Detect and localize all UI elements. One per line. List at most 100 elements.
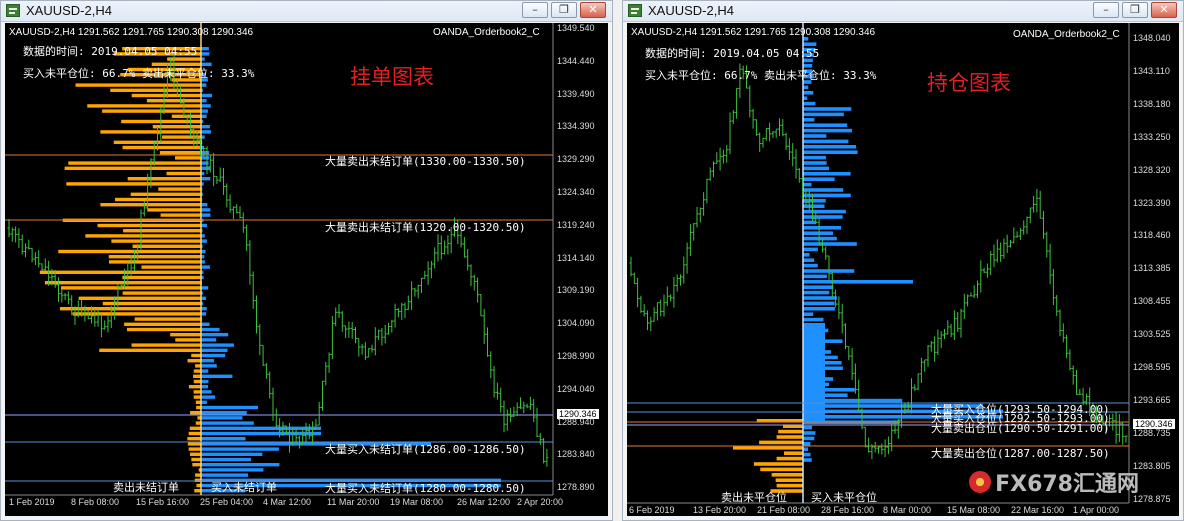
time-tick-label: 25 Feb 04:00 bbox=[200, 497, 254, 507]
buy-position-bar bbox=[803, 301, 835, 306]
buy-position-bar bbox=[803, 161, 827, 165]
price-tick-label: 1298.990 bbox=[557, 351, 595, 361]
buy-order-bar bbox=[201, 390, 212, 394]
sell-order-bar bbox=[166, 171, 201, 176]
buy-order-bar bbox=[201, 457, 251, 462]
close-button[interactable]: ✕ bbox=[580, 2, 606, 18]
price-tick-label: 1313.385 bbox=[1133, 263, 1171, 274]
buy-position-bar bbox=[803, 91, 814, 95]
buy-positions-label: 买入未平仓位 bbox=[811, 491, 877, 504]
buy-order-bar bbox=[201, 208, 211, 212]
buy-position-bar bbox=[803, 247, 818, 252]
minimize-button[interactable]: – bbox=[522, 2, 548, 18]
sell-order-bar bbox=[193, 374, 201, 378]
sell-order-bar bbox=[195, 473, 201, 477]
minimize-button[interactable]: – bbox=[1093, 2, 1119, 18]
price-tick-label: 1288.735 bbox=[1133, 427, 1171, 438]
sell-position-bar bbox=[760, 467, 803, 472]
sell-order-bar bbox=[114, 197, 201, 202]
buy-position-bar bbox=[803, 280, 913, 284]
annotation-3: 大量买入未结订单(1286.00-1286.50) bbox=[325, 443, 526, 456]
window-titlebar[interactable]: XAUUSD-2,H4 – ❐ ✕ bbox=[623, 1, 1183, 22]
sell-order-bar bbox=[39, 270, 201, 274]
price-chart[interactable]: XAUUSD-2,H4 1291.562 1291.765 1290.308 1… bbox=[5, 23, 608, 516]
close-button[interactable]: ✕ bbox=[1151, 2, 1177, 18]
sell-order-bar bbox=[110, 88, 201, 92]
buy-position-bar bbox=[803, 172, 851, 176]
price-tick-label: 1334.390 bbox=[557, 121, 595, 132]
price-tick-label: 1283.805 bbox=[1133, 460, 1171, 471]
chart-window-icon bbox=[6, 4, 20, 17]
window-titlebar[interactable]: XAUUSD-2,H4 – ❐ ✕ bbox=[1, 1, 612, 22]
sell-position-bar bbox=[776, 435, 803, 439]
restore-button[interactable]: ❐ bbox=[1122, 2, 1148, 18]
sell-position-bar bbox=[753, 462, 803, 466]
sell-order-bar bbox=[58, 249, 202, 254]
fx678-watermark: FX678汇通网 bbox=[969, 466, 1139, 498]
sell-order-bar bbox=[131, 343, 201, 347]
restore-button[interactable]: ❐ bbox=[551, 2, 577, 18]
sell-order-bar bbox=[187, 442, 201, 446]
sell-order-bar bbox=[195, 364, 201, 368]
sell-order-bar bbox=[194, 489, 201, 493]
sell-order-bar bbox=[188, 431, 201, 436]
time-tick-label: 21 Feb 08:00 bbox=[757, 505, 811, 515]
buy-order-bar bbox=[201, 463, 280, 467]
sell-order-bar bbox=[193, 369, 201, 373]
buy-order-bar bbox=[201, 379, 209, 384]
buy-order-bar bbox=[201, 151, 210, 155]
buy-order-bar bbox=[201, 338, 217, 342]
buy-order-bar bbox=[201, 265, 210, 269]
price-chart[interactable]: XAUUSD-2,H4 1291.562 1291.765 1290.308 1… bbox=[627, 23, 1179, 516]
buy-order-bar bbox=[201, 114, 207, 118]
sell-order-bar bbox=[188, 385, 201, 389]
time-tick-label: 15 Mar 08:00 bbox=[947, 505, 1001, 515]
chart-window-orders[interactable]: XAUUSD-2,H4 – ❐ ✕ XAUUSD-2,H4 1291.562 1… bbox=[0, 0, 613, 521]
buy-order-bar bbox=[201, 400, 207, 404]
price-tick-label: 1324.340 bbox=[557, 187, 595, 197]
sell-order-bar bbox=[126, 327, 201, 332]
sell-order-bar bbox=[85, 234, 201, 238]
buy-order-bar bbox=[201, 213, 211, 217]
time-tick-label: 1 Apr 00:00 bbox=[1073, 505, 1120, 515]
time-tick-label: 4 Mar 12:00 bbox=[263, 497, 312, 507]
price-tick-label: 1329.290 bbox=[557, 154, 595, 165]
time-tick-label: 2 Apr 20:00 bbox=[517, 497, 564, 507]
buy-order-bar bbox=[201, 47, 209, 51]
time-tick-label: 19 Mar 08:00 bbox=[390, 497, 444, 507]
buy-position-bar bbox=[803, 215, 843, 219]
price-tick-label: 1288.940 bbox=[557, 416, 595, 427]
sell-order-bar bbox=[191, 457, 201, 462]
buy-position-bar bbox=[803, 150, 858, 154]
buy-order-bar bbox=[201, 312, 207, 316]
buy-order-bar bbox=[201, 203, 208, 207]
buy-order-bar bbox=[201, 395, 216, 399]
buy-orders-label: 买入未结订单 bbox=[211, 481, 277, 494]
time-tick-label: 1 Feb 2019 bbox=[9, 497, 55, 507]
buy-position-bar bbox=[803, 452, 811, 457]
buy-order-bar bbox=[201, 99, 207, 103]
sell-order-bar bbox=[146, 99, 201, 103]
buy-position-bar bbox=[803, 182, 812, 187]
buy-order-bar bbox=[201, 447, 279, 451]
buy-position-bar bbox=[803, 128, 853, 133]
symbol-quote-line: XAUUSD-2,H4 1291.562 1291.765 1290.308 1… bbox=[9, 27, 254, 38]
buy-order-bar bbox=[201, 322, 210, 326]
buy-order-bar bbox=[201, 333, 229, 337]
buy-order-bar bbox=[201, 369, 209, 373]
sell-order-bar bbox=[111, 239, 201, 243]
sell-order-bar bbox=[134, 317, 201, 321]
buy-position-bar bbox=[803, 447, 809, 451]
buy-order-bar bbox=[201, 327, 220, 332]
chart-canvas[interactable] bbox=[627, 23, 1179, 516]
chart-window-positions[interactable]: XAUUSD-2,H4 – ❐ ✕ XAUUSD-2,H4 1291.562 1… bbox=[622, 0, 1184, 521]
price-tick-label: 1278.875 bbox=[1133, 493, 1171, 504]
price-tick-label: 1314.140 bbox=[557, 252, 595, 263]
price-tick-label: 1343.110 bbox=[1133, 65, 1170, 76]
time-tick-label: 11 Mar 20:00 bbox=[327, 497, 380, 507]
sell-order-bar bbox=[187, 359, 201, 363]
buy-position-bar bbox=[803, 123, 848, 127]
price-tick-label: 1303.525 bbox=[1133, 329, 1171, 340]
sell-order-bar bbox=[123, 229, 201, 233]
buy-position-bar bbox=[803, 193, 851, 198]
